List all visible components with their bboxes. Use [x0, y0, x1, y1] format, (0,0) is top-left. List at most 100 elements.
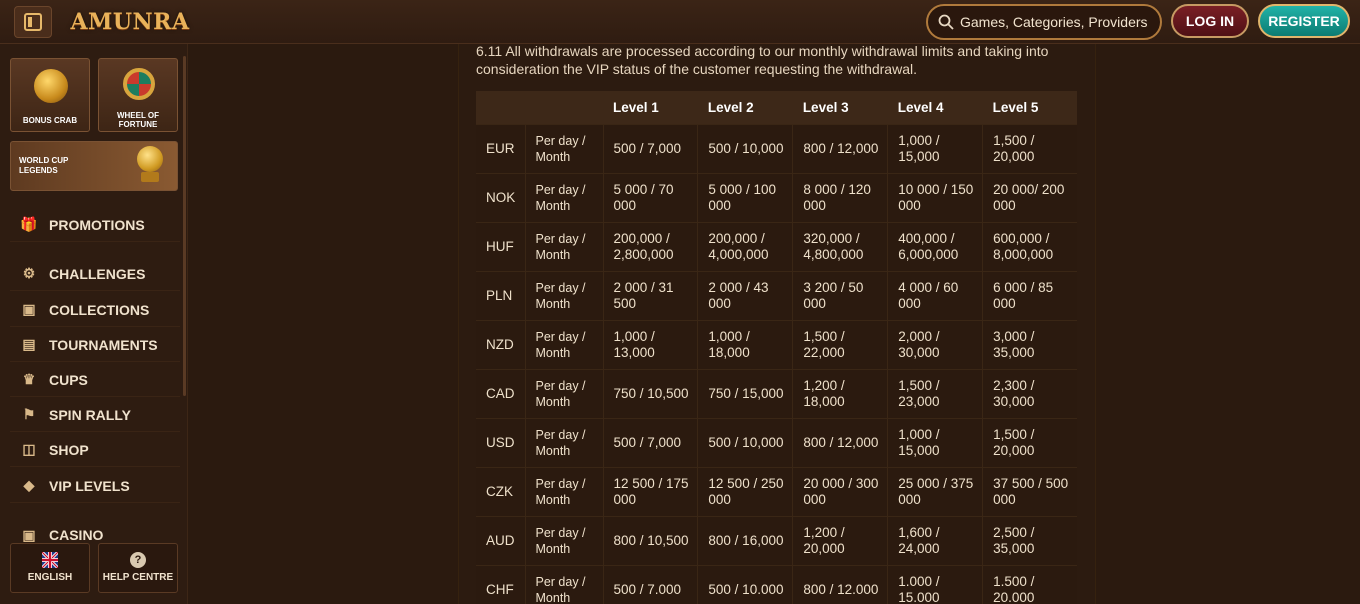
world-cup-legends-tile[interactable]: WORLD CUP LEGENDS: [10, 141, 178, 191]
limit-line-1: 2 000 / 43: [708, 279, 769, 295]
limit-cell-level-5: 2,300 /30,000: [982, 368, 1077, 418]
search-box[interactable]: [926, 4, 1162, 40]
wheel-label-line2: FORTUNE: [118, 120, 158, 129]
table-row: NZD Per day / Month 1,000 /13,000 1,000 /18,…: [476, 319, 1077, 369]
limit-line-2: 35,000: [993, 540, 1035, 556]
limit-line-1: 500 / 7,000: [613, 434, 682, 450]
limit-cell-level-1: 200,000 /2,800,000: [603, 221, 699, 271]
period-cell: Per day / Month: [525, 123, 604, 173]
limit-line-2: 23,000: [898, 393, 940, 409]
period-line-1: Per day /: [535, 329, 586, 344]
limit-line-1: 1,500 /: [898, 377, 940, 393]
period-line-1: Per day /: [535, 280, 586, 295]
nav-cups[interactable]: ♛ CUPS: [10, 363, 180, 397]
currency-cell: CZK: [476, 466, 526, 516]
period-cell: Per day / Month: [525, 319, 604, 369]
limit-cell-level-2: 2 000 / 43 000: [697, 270, 794, 320]
limit-line-1: 2,300 /: [993, 377, 1035, 393]
limit-line-1: 1,000 /: [708, 328, 750, 344]
limit-line-1: 1,500 /: [803, 328, 845, 344]
limit-cell-level-1: 500 / 7,000: [603, 417, 699, 467]
limit-line-2: 500: [613, 295, 637, 311]
table-header-row: Level 1 Level 2 Level 3 Level 4 Level 5: [476, 91, 1077, 124]
limit-line-1: 400,000 /: [898, 230, 955, 246]
limit-line-2: 22,000: [803, 344, 845, 360]
limit-line-2: 000: [803, 491, 826, 507]
nav-label: TOURNAMENTS: [49, 336, 158, 353]
period-line-1: Per day /: [535, 182, 586, 197]
limit-cell-level-1: 750 / 10,500: [603, 368, 699, 418]
limit-cell-level-4: 400,000 /6,000,000: [887, 221, 984, 271]
limit-cell-level-4: 4 000 / 60 000: [887, 270, 984, 320]
limit-line-1: 600,000 /: [993, 230, 1050, 246]
limit-line-2: 18,000: [803, 393, 845, 409]
limit-line-1: 2,000 /: [898, 328, 940, 344]
period-line-2: Month: [535, 541, 571, 556]
limit-cell-level-2: 500 / 10,000: [697, 417, 794, 467]
wheel-label-line1: WHEEL OF: [116, 111, 160, 120]
currency-cell: NOK: [476, 172, 526, 222]
nav-promotions[interactable]: 🎁 PROMOTIONS: [10, 208, 180, 242]
nav-spin-rally[interactable]: ⚑ SPIN RALLY: [10, 398, 180, 432]
nav-label: PROMOTIONS: [49, 216, 145, 233]
limit-cell-level-1: 2 000 / 31 500: [603, 270, 699, 320]
table-row: PLN Per day / Month 2 000 / 31 500 2 000 / 43…: [476, 270, 1077, 320]
trophy-icon: ♛: [22, 371, 36, 387]
wheel-of-fortune-tile[interactable]: WHEEL OF FORTUNE: [98, 58, 178, 132]
nav-vip-levels[interactable]: ◆ VIP LEVELS: [10, 469, 180, 503]
amunra-logo[interactable]: AMUNRA: [66, 6, 194, 38]
period-line-1: Per day /: [535, 525, 586, 540]
limit-line-1: 800 / 12,000: [803, 140, 879, 156]
limit-cell-level-2: 200,000 /4,000,000: [697, 221, 794, 271]
currency-cell: HUF: [476, 221, 526, 271]
limit-line-1: 4 000 / 60: [898, 279, 959, 295]
limit-cell-level-5: 600,000 /8,000,000: [982, 221, 1077, 271]
limit-line-1: 1,000 /: [898, 132, 940, 148]
nav-label: COLLECTIONS: [49, 301, 150, 318]
sidebar-scrollbar[interactable]: [183, 56, 186, 396]
header-cell-level-3: Level 3: [792, 91, 888, 124]
period-cell: Per day / Month: [525, 172, 604, 222]
limit-line-2: 20,000: [803, 540, 845, 556]
nav-collections[interactable]: ▣ COLLECTIONS: [10, 293, 180, 327]
search-input[interactable]: [960, 14, 1150, 30]
limit-cell-level-1: 5 000 / 70 000: [603, 172, 699, 222]
sidebar-toggle-button[interactable]: [14, 6, 52, 38]
limit-cell-level-4: 1,600 /24,000: [887, 515, 984, 565]
limit-line-2: 30,000: [898, 344, 940, 360]
limit-line-2: 2,800,000: [613, 246, 674, 262]
nav-shop[interactable]: ◫ SHOP: [10, 433, 180, 467]
limit-cell-level-2: 12 500 / 250 000: [697, 466, 794, 516]
table-row: CZK Per day / Month 12 500 / 175 000 12 500 /…: [476, 466, 1077, 516]
limit-line-1: 200,000 /: [613, 230, 670, 246]
limit-line-2: 000: [708, 197, 731, 213]
sidebar: BONUS CRAB WHEEL OF FORTUNE WORLD CUP LE…: [0, 44, 188, 604]
language-button[interactable]: ENGLISH: [10, 543, 90, 593]
nav-challenges[interactable]: ⚙ CHALLENGES: [10, 257, 180, 291]
limit-cell-level-4: 25 000 / 375 000: [887, 466, 984, 516]
table-body: EUR Per day / Month 500 / 7,000 500 / 10,000…: [476, 123, 1077, 604]
limit-cell-level-2: 1,000 /18,000: [697, 319, 794, 369]
limit-line-1: 1,200 /: [803, 524, 845, 540]
period-line-2: Month: [535, 345, 571, 360]
limit-line-1: 2,500 /: [993, 524, 1035, 540]
limit-line-2: 000: [993, 197, 1016, 213]
login-button[interactable]: LOG IN: [1171, 4, 1249, 38]
trophy-base-icon: [141, 172, 159, 182]
bonus-crab-tile[interactable]: BONUS CRAB: [10, 58, 90, 132]
limit-cell-level-2: 500 / 10.000: [697, 564, 794, 604]
limit-line-2: 13,000: [613, 344, 655, 360]
register-button[interactable]: REGISTER: [1258, 4, 1350, 38]
limit-cell-level-3: 1,200 /18,000: [792, 368, 889, 418]
podium-icon: ▤: [22, 336, 36, 352]
period-line-2: Month: [535, 247, 571, 262]
nav-tournaments[interactable]: ▤ TOURNAMENTS: [10, 328, 180, 362]
table-row: NOK Per day / Month 5 000 / 70 000 5 000 / 10…: [476, 172, 1077, 222]
limit-line-1: 500 / 7,000: [613, 140, 682, 156]
help-centre-button[interactable]: ? HELP CENTRE: [98, 543, 178, 593]
limit-cell-level-3: 3 200 / 50 000: [792, 270, 889, 320]
nav-label: CHALLENGES: [49, 265, 146, 282]
period-line-2: Month: [535, 590, 571, 604]
limit-cell-level-4: 1.000 /15.000: [887, 564, 984, 604]
limit-cell-level-5: 1,500 /20,000: [982, 417, 1077, 467]
